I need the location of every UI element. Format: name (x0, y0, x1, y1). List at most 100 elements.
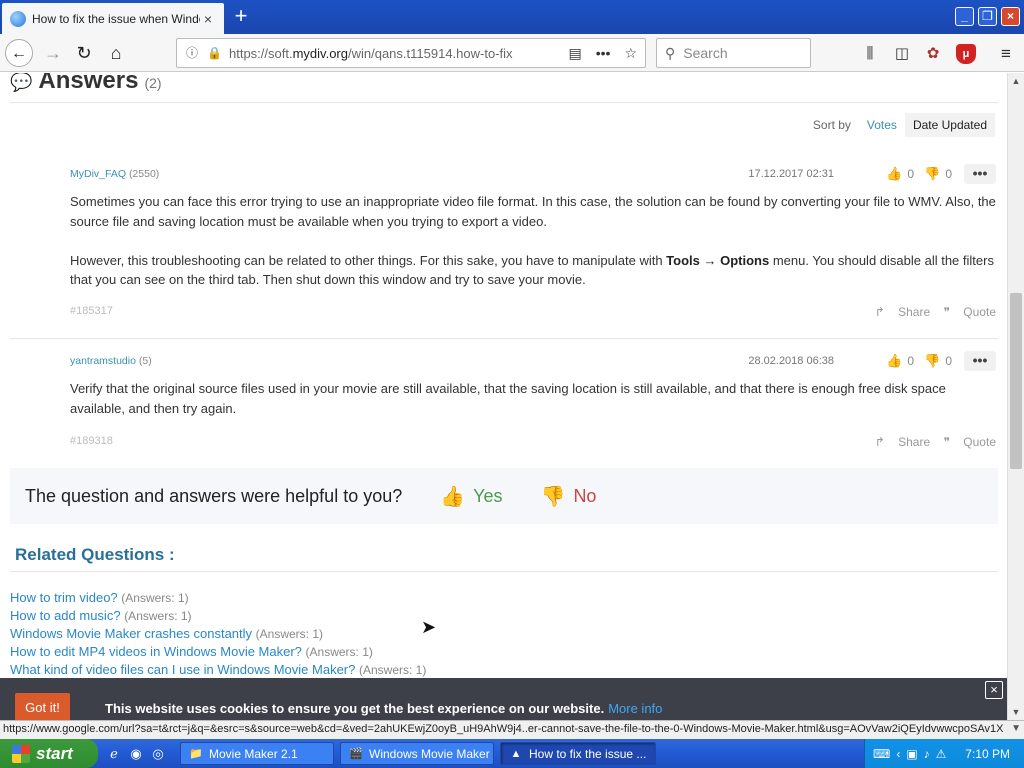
home-button[interactable]: ⌂ (102, 39, 130, 67)
answer-footer: #185317 ↱ Share ❞ Quote (70, 305, 996, 321)
cookie-close-button[interactable]: × (985, 681, 1003, 699)
answers-count: (Answers: 1) (359, 663, 427, 677)
keyboard-icon[interactable]: ⌨ (873, 747, 890, 761)
sort-votes-option[interactable]: Votes (859, 113, 905, 137)
vertical-scrollbar[interactable]: ▲ ▼ (1007, 73, 1024, 720)
thumbs-down-icon: 👎 (924, 353, 941, 368)
volume-icon[interactable]: ♪ (924, 747, 930, 761)
internet-explorer-icon[interactable]: ℯ (105, 745, 123, 763)
media-icon[interactable]: ◉ (127, 745, 145, 763)
answer-paragraph: However, this troubleshooting can be rel… (70, 252, 994, 288)
related-question-link[interactable]: What kind of video files can I use in Wi… (10, 662, 355, 677)
more-info-link[interactable]: More info (608, 701, 662, 716)
minimize-button[interactable]: _ (955, 7, 974, 26)
system-tray: ⌨ ‹ ▣ ♪ ⚠ 7:10 PM (864, 739, 1024, 768)
helpful-yes-button[interactable]: 👍 Yes (440, 484, 502, 509)
reload-button[interactable]: ↻ (70, 39, 98, 67)
helpful-no-button[interactable]: 👎 No (541, 484, 597, 509)
vlc-icon: ▲ (510, 747, 522, 760)
upvote-button[interactable]: 👍 0 (886, 353, 914, 369)
taskbar-item-browser[interactable]: ▲ How to fix the issue ... (500, 742, 656, 765)
page-actions-icon[interactable]: ••• (596, 45, 611, 61)
answer-author[interactable]: MyDiv_FAQ (70, 168, 126, 180)
downvote-count: 0 (945, 167, 952, 181)
cookie-accept-button[interactable]: Got it! (15, 693, 70, 723)
answer-item: yantramstudio (5) 28.02.2018 06:38 👍 0 👎 0… (70, 351, 997, 455)
info-icon[interactable]: ⓘ (185, 46, 199, 60)
downvote-button[interactable]: 👎 0 (924, 353, 952, 369)
page-content: 💬 Answers (2) Sort by Votes Date Updated… (0, 73, 1007, 720)
sidebar-icon[interactable]: ◫ (892, 44, 912, 64)
tray-arrow-icon[interactable]: ‹ (896, 747, 900, 761)
windows-flag-icon (12, 744, 30, 763)
related-question-link[interactable]: How to add music? (10, 608, 121, 623)
start-button[interactable]: start (0, 739, 98, 768)
search-placeholder: Search (683, 45, 728, 61)
helpful-question: The question and answers were helpful to… (25, 485, 403, 506)
bookmark-star-icon[interactable]: ☆ (624, 45, 637, 62)
answer-date: 28.02.2018 06:38 (748, 355, 834, 367)
tab-close-icon[interactable]: × (200, 11, 216, 27)
related-questions-list: How to trim video? (Answers: 1) How to a… (10, 589, 1000, 679)
app-icon[interactable]: ◎ (149, 745, 167, 763)
answer-author[interactable]: yantramstudio (70, 355, 136, 367)
maximize-button[interactable]: ❐ (978, 7, 997, 26)
lock-icon[interactable]: 🔒 (207, 46, 222, 60)
warning-icon[interactable]: ⚠ (936, 747, 947, 761)
hamburger-menu-icon[interactable]: ≡ (996, 44, 1016, 64)
taskbar-item-windows-movie-maker[interactable]: 🎬 Windows Movie Maker (340, 742, 494, 765)
answer-id-link[interactable]: #185317 (70, 305, 113, 317)
start-label: start (36, 743, 73, 763)
close-window-button[interactable]: × (1001, 7, 1020, 26)
active-tab[interactable]: How to fix the issue when Window × (2, 3, 224, 34)
cookie-banner: Got it! This website uses cookies to ens… (0, 678, 1007, 723)
downvote-button[interactable]: 👎 0 (924, 166, 952, 182)
answers-heading: 💬 Answers (2) (10, 73, 162, 95)
answer-body: Sometimes you can face this error trying… (70, 192, 996, 290)
divider (10, 571, 998, 572)
clock: 7:10 PM (965, 746, 1010, 761)
answer-date: 17.12.2017 02:31 (748, 168, 834, 180)
more-options-button[interactable]: ••• (964, 164, 996, 184)
quote-button[interactable]: ❞ Quote (944, 435, 997, 449)
upvote-button[interactable]: 👍 0 (886, 166, 914, 182)
extension-icon[interactable]: ✿ (923, 44, 943, 64)
status-bar: https://www.google.com/url?sa=t&rct=j&q=… (0, 720, 1024, 739)
taskbar-item-movie-maker-21[interactable]: 📁 Movie Maker 2.1 (180, 742, 334, 765)
related-question-link[interactable]: How to edit MP4 videos in Windows Movie … (10, 644, 302, 659)
network-icon[interactable]: ▣ (906, 747, 917, 761)
thumbs-down-icon: 👎 (924, 166, 941, 181)
divider (10, 338, 998, 339)
movie-maker-icon: 🎬 (349, 747, 363, 760)
scrollbar-thumb[interactable] (1010, 293, 1022, 469)
quick-launch: ℯ ◉ ◎ (105, 745, 171, 763)
quote-button[interactable]: ❞ Quote (944, 305, 997, 319)
ublock-shield-icon[interactable]: μ (956, 44, 976, 64)
share-button[interactable]: ↱ Share (875, 305, 930, 319)
scroll-down-arrow-icon[interactable]: ▼ (1008, 704, 1024, 720)
answers-title-text: Answers (38, 73, 139, 94)
tab-strip: How to fix the issue when Window × + _ ❐… (0, 0, 1024, 34)
library-icon[interactable]: ⫼ (860, 44, 880, 64)
related-question-link[interactable]: Windows Movie Maker crashes constantly (10, 626, 252, 641)
search-input[interactable]: ⚲ Search (656, 38, 811, 68)
answers-count: (Answers: 1) (255, 627, 324, 641)
folder-icon: 📁 (189, 747, 203, 760)
answer-id-link[interactable]: #189318 (70, 435, 113, 447)
share-button[interactable]: ↱ Share (875, 435, 930, 449)
url-text[interactable]: https://soft.mydiv.org/win/qans.t115914.… (229, 46, 554, 61)
answers-count: (2) (144, 75, 162, 91)
more-options-button[interactable]: ••• (964, 351, 996, 371)
new-tab-button[interactable]: + (230, 5, 252, 27)
forward-button[interactable]: → (39, 39, 67, 67)
list-item: How to trim video? (Answers: 1) (10, 589, 1000, 607)
sort-date-option[interactable]: Date Updated (904, 113, 995, 137)
scroll-arrow-icon[interactable]: ▼ (1011, 723, 1021, 734)
cookie-message: This website uses cookies to ensure you … (105, 701, 663, 716)
reader-view-icon[interactable]: ▤ (568, 45, 581, 62)
globe-favicon-icon (10, 10, 26, 27)
scroll-up-arrow-icon[interactable]: ▲ (1008, 73, 1024, 89)
related-question-link[interactable]: How to trim video? (10, 590, 118, 605)
address-bar[interactable]: ⓘ 🔒 https://soft.mydiv.org/win/qans.t115… (176, 38, 646, 68)
back-button[interactable]: ← (5, 39, 33, 67)
